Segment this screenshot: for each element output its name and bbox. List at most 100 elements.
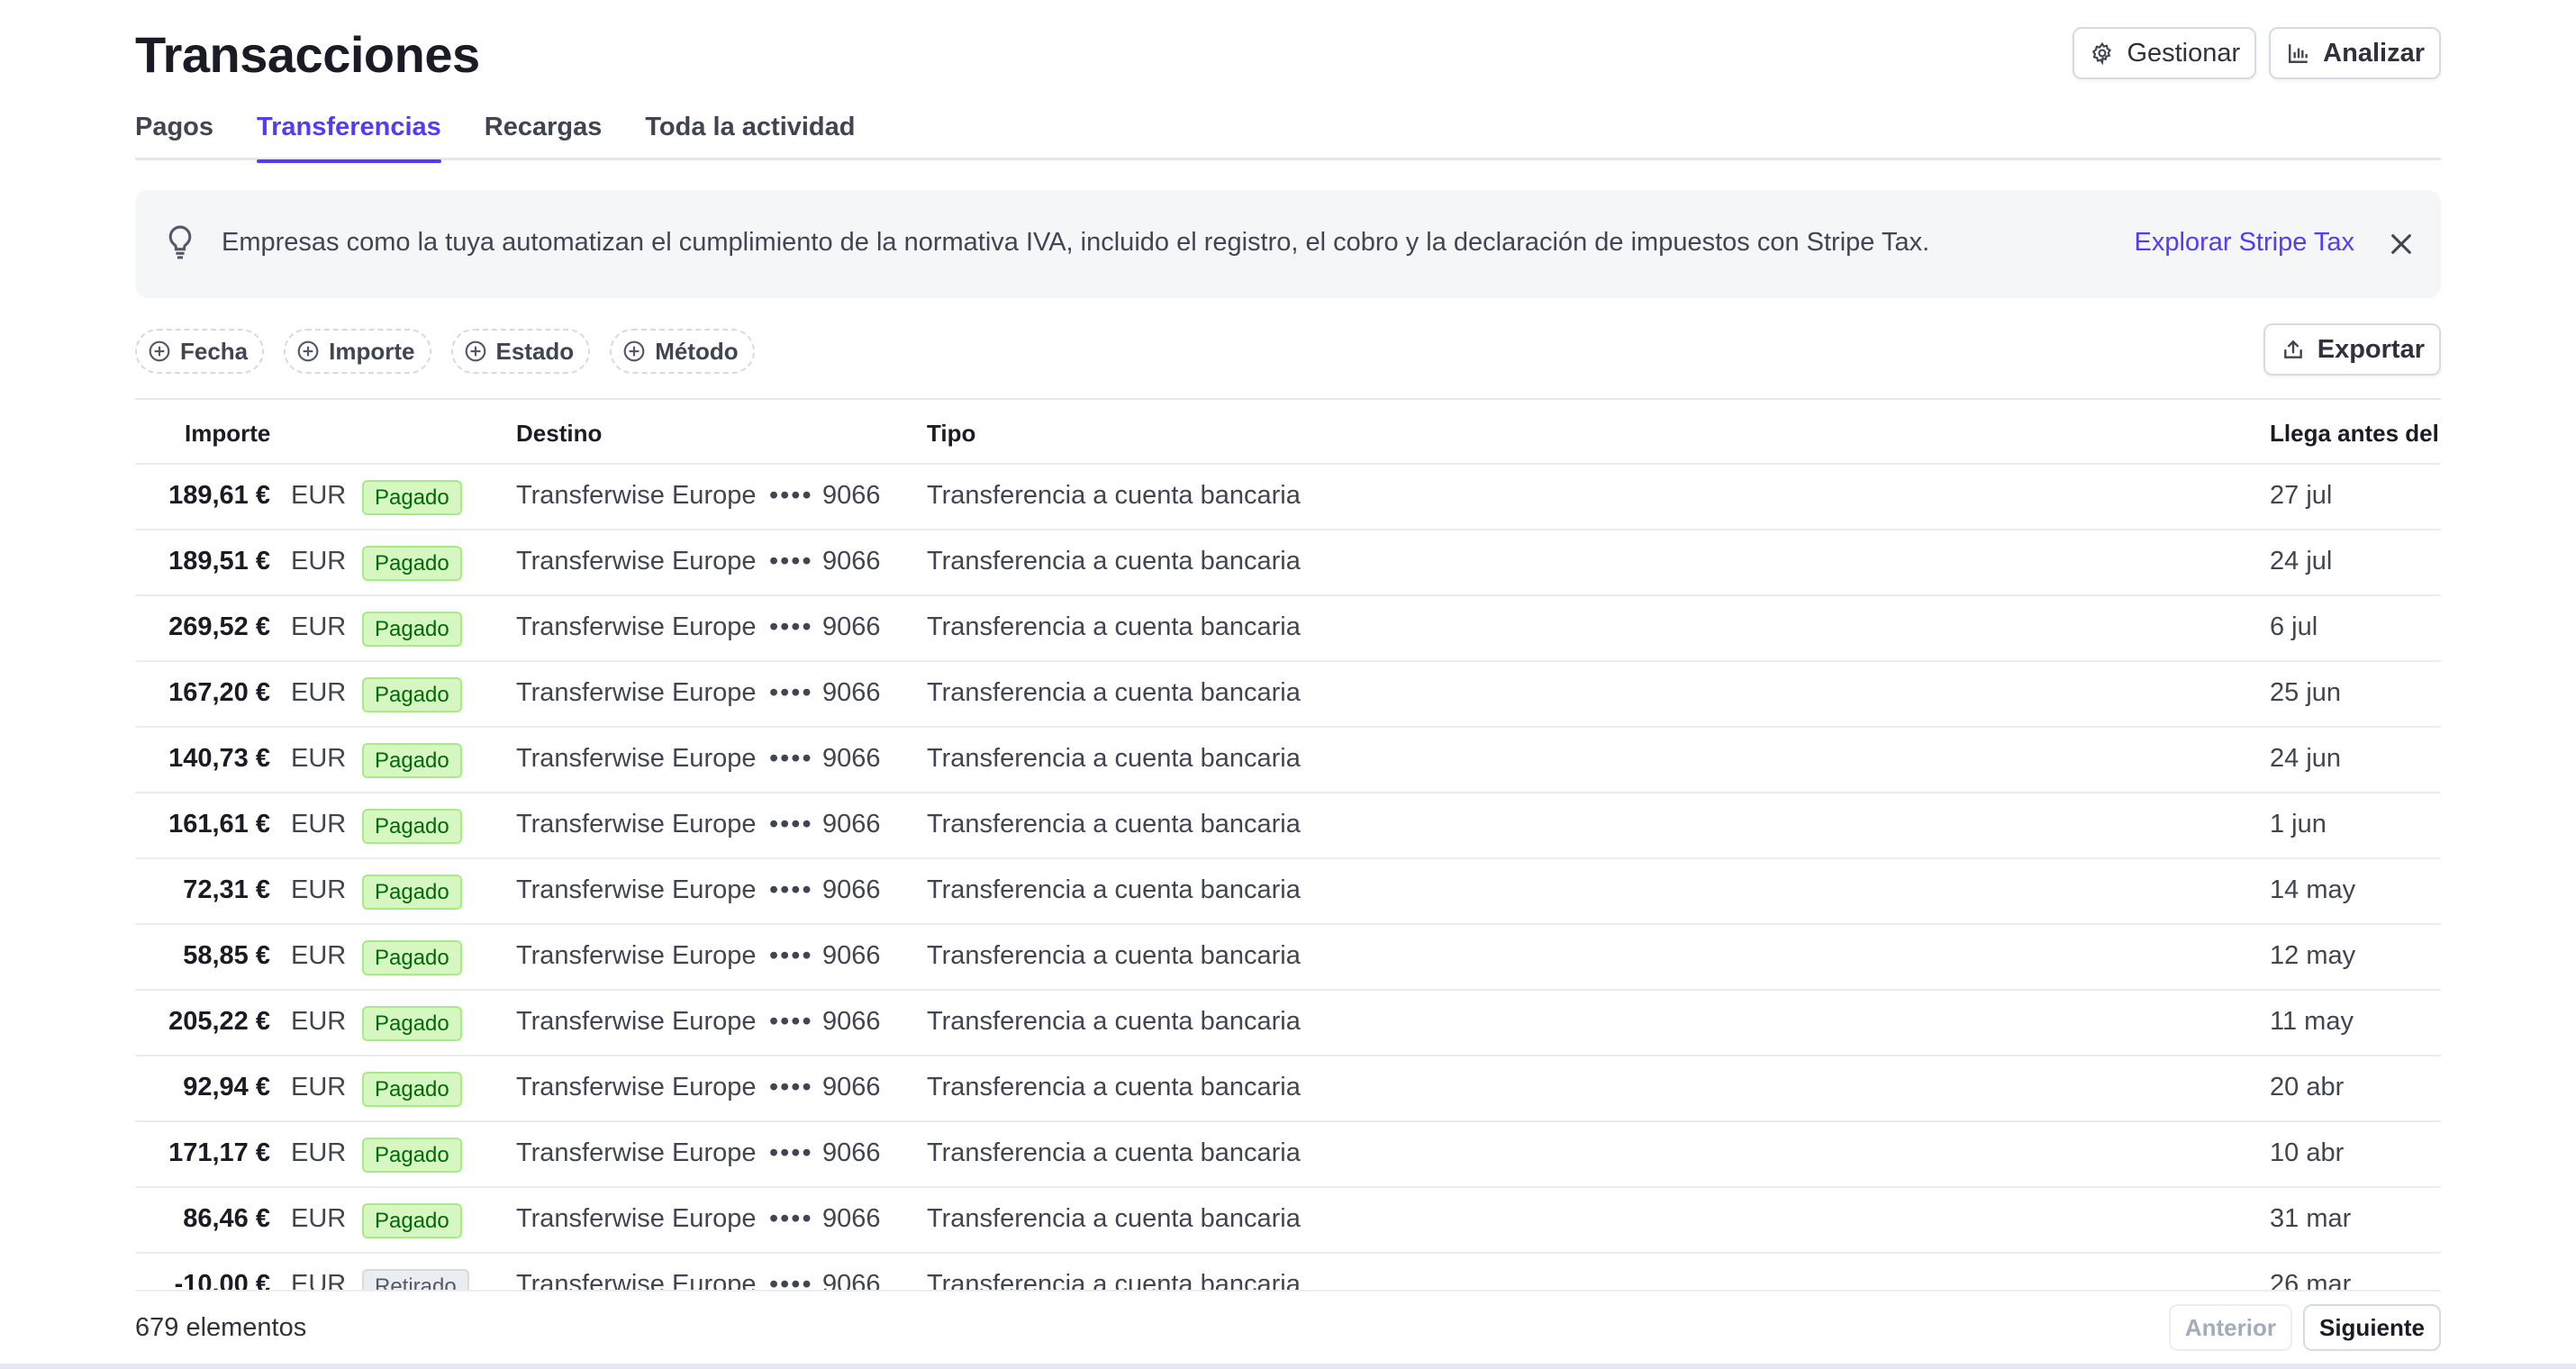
- add-circle-icon: [465, 340, 485, 362]
- tab-transferencias[interactable]: Transferencias: [257, 106, 441, 163]
- payout-amount: 205,22 €: [168, 1007, 270, 1036]
- table-row[interactable]: 92,94 € EUR Pagado Transferwise Europe •••• 9…: [135, 1056, 2441, 1122]
- filter-importe[interactable]: Importe: [284, 329, 431, 374]
- payout-type: Transferencia a cuenta bancaria: [927, 1073, 1301, 1102]
- analyze-button-label: Analizar: [2323, 38, 2425, 68]
- table-row[interactable]: 189,51 € EUR Pagado Transferwise Europe ••••…: [135, 530, 2441, 596]
- account-mask: ••••: [769, 612, 813, 641]
- payout-type: Transferencia a cuenta bancaria: [927, 875, 1301, 904]
- status-badge: Pagado: [362, 612, 462, 647]
- filter-fecha-label: Fecha: [180, 337, 249, 365]
- payout-currency: EUR: [291, 810, 347, 839]
- column-header-destination[interactable]: Destino: [516, 420, 602, 448]
- table-footer: 679 elementos Anterior Siguiente: [135, 1290, 2441, 1369]
- tab-toda-la-actividad[interactable]: Toda la actividad: [645, 106, 855, 160]
- lightbulb-icon: [168, 225, 192, 259]
- status-badge: Pagado: [362, 940, 462, 975]
- filter-fecha[interactable]: Fecha: [135, 329, 265, 374]
- arrival-date: 11 may: [2270, 1007, 2354, 1036]
- filter-metodo[interactable]: Método: [610, 329, 755, 374]
- destination-name: Transferwise Europe: [516, 875, 757, 904]
- filter-metodo-label: Método: [655, 337, 739, 365]
- status-badge: Pagado: [362, 743, 462, 778]
- status-badge: Pagado: [362, 677, 462, 712]
- previous-page-button[interactable]: Anterior: [2168, 1304, 2292, 1351]
- destination-name: Transferwise Europe: [516, 547, 757, 576]
- payout-type: Transferencia a cuenta bancaria: [927, 481, 1301, 510]
- explore-stripe-tax-link[interactable]: Explorar Stripe Tax: [2135, 228, 2354, 258]
- payout-currency: EUR: [291, 1204, 347, 1233]
- payout-type: Transferencia a cuenta bancaria: [927, 1007, 1301, 1036]
- status-badge: Pagado: [362, 1006, 462, 1041]
- analyze-button[interactable]: Analizar: [2269, 27, 2441, 79]
- table-row[interactable]: 58,85 € EUR Pagado Transferwise Europe •••• 9…: [135, 925, 2441, 991]
- table-row[interactable]: 161,61 € EUR Pagado Transferwise Europe ••••…: [135, 793, 2441, 859]
- payout-currency: EUR: [291, 1138, 347, 1167]
- account-last4: 9066: [822, 810, 881, 839]
- account-last4: 9066: [822, 1138, 881, 1167]
- table-row[interactable]: 140,73 € EUR Pagado Transferwise Europe ••••…: [135, 728, 2441, 793]
- column-header-type[interactable]: Tipo: [927, 420, 975, 448]
- account-mask: ••••: [769, 941, 813, 970]
- tab-pagos[interactable]: Pagos: [135, 106, 213, 160]
- payout-amount: 269,52 €: [168, 612, 270, 641]
- payout-amount: 171,17 €: [168, 1138, 270, 1167]
- tab-bar: Pagos Transferencias Recargas Toda la ac…: [135, 106, 2441, 163]
- column-header-arrival[interactable]: Llega antes del: [2270, 420, 2439, 448]
- filter-estado-label: Estado: [495, 337, 575, 365]
- table-row[interactable]: 171,17 € EUR Pagado Transferwise Europe ••••…: [135, 1122, 2441, 1188]
- destination-name: Transferwise Europe: [516, 1007, 757, 1036]
- payout-amount: 58,85 €: [183, 941, 270, 970]
- destination-name: Transferwise Europe: [516, 481, 757, 510]
- close-icon[interactable]: [2389, 231, 2414, 257]
- table-row[interactable]: 86,46 € EUR Pagado Transferwise Europe •••• 9…: [135, 1188, 2441, 1254]
- add-circle-icon: [297, 340, 319, 362]
- table-row[interactable]: 189,61 € EUR Pagado Transferwise Europe ••••…: [135, 465, 2441, 530]
- payout-type: Transferencia a cuenta bancaria: [927, 678, 1301, 707]
- window-bottom-edge: [0, 1364, 2576, 1369]
- status-badge: Pagado: [362, 1203, 462, 1238]
- table-header: Importe Destino Tipo Llega antes del: [135, 398, 2441, 465]
- arrival-date: 27 jul: [2270, 481, 2333, 510]
- destination-name: Transferwise Europe: [516, 744, 757, 773]
- payout-currency: EUR: [291, 678, 347, 707]
- manage-button-label: Gestionar: [2127, 38, 2241, 68]
- arrival-date: 12 may: [2270, 941, 2356, 970]
- payout-type: Transferencia a cuenta bancaria: [927, 547, 1301, 576]
- table-row[interactable]: 72,31 € EUR Pagado Transferwise Europe •••• 9…: [135, 859, 2441, 925]
- payout-currency: EUR: [291, 547, 347, 576]
- account-last4: 9066: [822, 1204, 881, 1233]
- payout-amount: 167,20 €: [168, 678, 270, 707]
- arrival-date: 6 jul: [2270, 612, 2318, 641]
- export-button[interactable]: Exportar: [2263, 323, 2441, 376]
- account-mask: ••••: [769, 547, 813, 576]
- table-row[interactable]: 205,22 € EUR Pagado Transferwise Europe ••••…: [135, 991, 2441, 1056]
- payout-amount: 86,46 €: [183, 1204, 270, 1233]
- table-row[interactable]: 269,52 € EUR Pagado Transferwise Europe ••••…: [135, 596, 2441, 662]
- destination-name: Transferwise Europe: [516, 810, 757, 839]
- payout-type: Transferencia a cuenta bancaria: [927, 744, 1301, 773]
- account-mask: ••••: [769, 744, 813, 773]
- destination-name: Transferwise Europe: [516, 1073, 757, 1102]
- account-mask: ••••: [769, 810, 813, 839]
- tab-recargas[interactable]: Recargas: [485, 106, 603, 160]
- filter-bar: Fecha Importe Estado Método: [135, 329, 755, 374]
- payout-currency: EUR: [291, 1007, 347, 1036]
- column-header-amount[interactable]: Importe: [185, 420, 270, 448]
- payout-type: Transferencia a cuenta bancaria: [927, 1138, 1301, 1167]
- next-page-button[interactable]: Siguiente: [2302, 1304, 2441, 1351]
- payout-amount: 161,61 €: [168, 810, 270, 839]
- status-badge: Pagado: [362, 1072, 462, 1107]
- banner-text: Empresas como la tuya automatizan el cum…: [222, 228, 1930, 257]
- payout-currency: EUR: [291, 875, 347, 904]
- status-badge: Pagado: [362, 546, 462, 581]
- account-mask: ••••: [769, 678, 813, 707]
- status-badge: Pagado: [362, 1138, 462, 1173]
- table-row[interactable]: 167,20 € EUR Pagado Transferwise Europe ••••…: [135, 662, 2441, 728]
- account-mask: ••••: [769, 875, 813, 904]
- manage-button[interactable]: Gestionar: [2073, 27, 2257, 79]
- account-last4: 9066: [822, 941, 881, 970]
- payout-type: Transferencia a cuenta bancaria: [927, 810, 1301, 839]
- stripe-tax-banner: Empresas como la tuya automatizan el cum…: [135, 190, 2441, 298]
- filter-estado[interactable]: Estado: [450, 329, 591, 374]
